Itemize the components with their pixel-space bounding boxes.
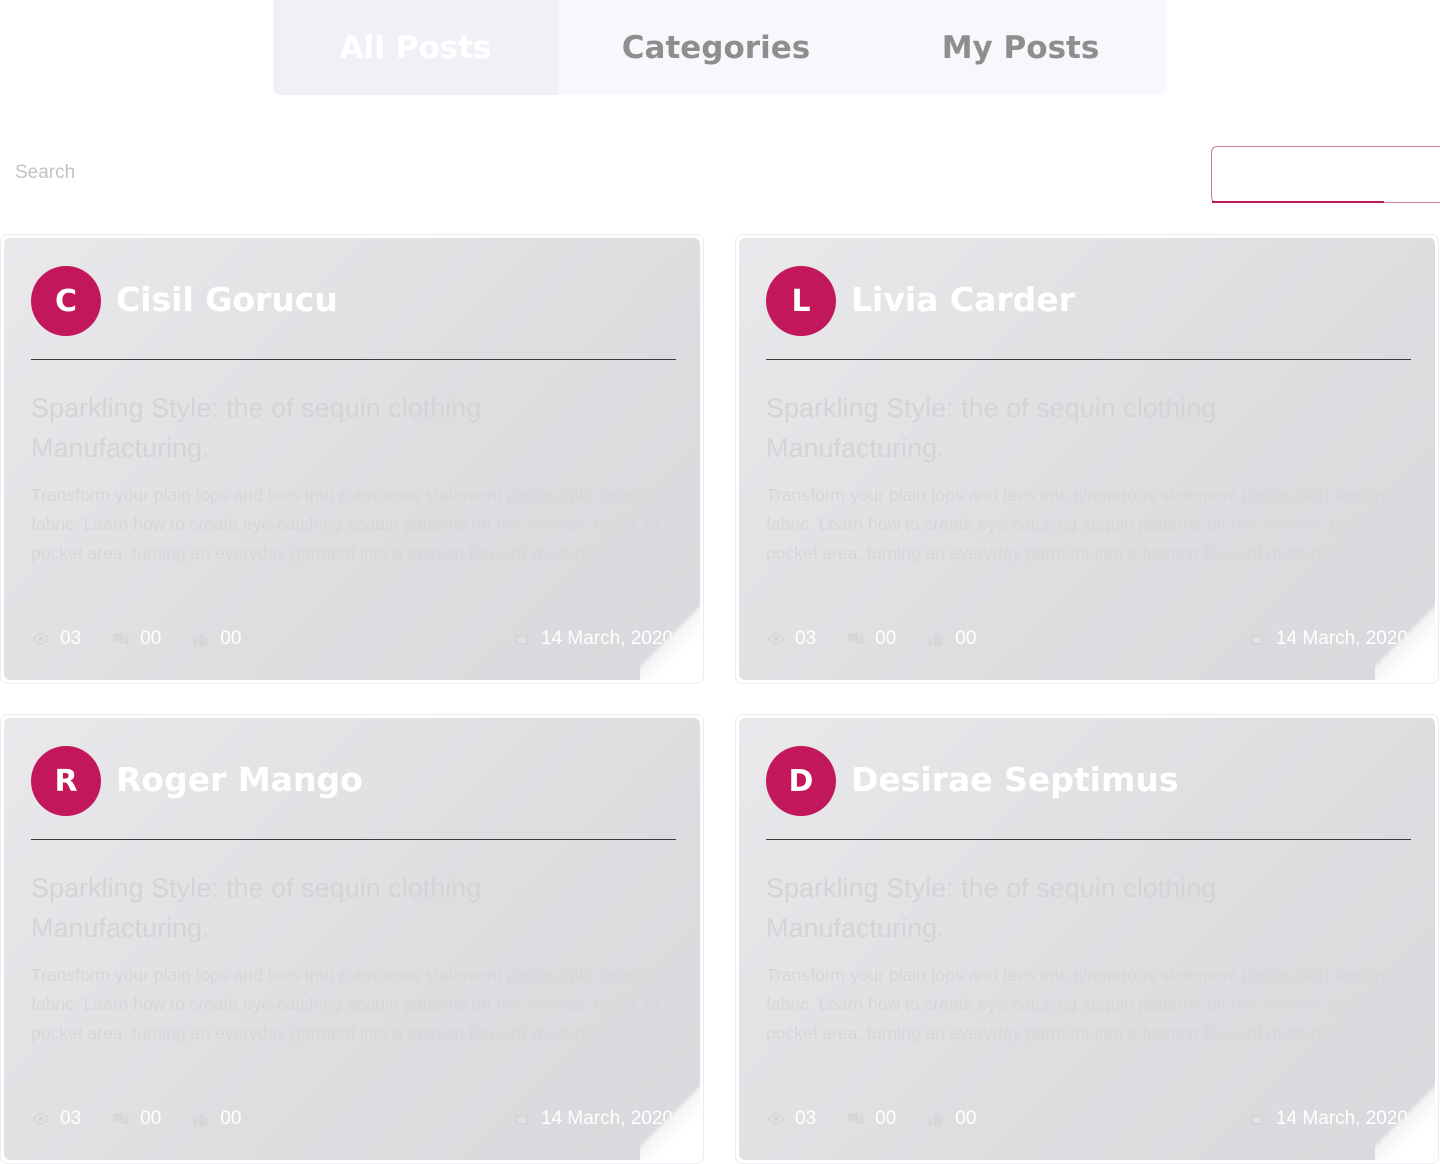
eye-icon (32, 1113, 50, 1125)
likes-stat[interactable]: 00 (926, 628, 976, 650)
comments-count: 00 (875, 1108, 897, 1129)
divider (31, 359, 676, 360)
comments-count: 00 (875, 628, 897, 649)
avatar: R (31, 746, 101, 816)
tab-categories[interactable]: Categories (558, 0, 874, 95)
thumbs-up-icon (193, 1112, 209, 1127)
eye-icon (767, 633, 785, 645)
comments-icon (848, 633, 864, 646)
post-title[interactable]: Sparkling Style: the of sequin clothing … (766, 388, 1286, 468)
calendar-icon (515, 634, 528, 645)
thumbs-up-icon (928, 1112, 944, 1127)
likes-stat[interactable]: 00 (926, 1108, 976, 1130)
views-stat: 03 (766, 628, 816, 650)
views-count: 03 (795, 1108, 817, 1129)
thumbs-up-icon (193, 632, 209, 647)
views-stat: 03 (766, 1108, 816, 1130)
avatar: C (31, 266, 101, 336)
divider (766, 839, 1411, 840)
page-curl (640, 600, 700, 680)
avatar: D (766, 746, 836, 816)
post-card[interactable]: C Cisil Gorucu Sparkling Style: the of s… (0, 234, 704, 684)
views-stat: 03 (31, 628, 81, 650)
post-stats: 03 00 00 (31, 1108, 271, 1130)
post-stats: 03 00 00 (766, 1108, 1006, 1130)
likes-count: 00 (220, 1108, 242, 1129)
tab-bar: All Posts Categories My Posts (273, 0, 1167, 95)
comments-stat[interactable]: 00 (111, 628, 161, 650)
comments-icon (113, 633, 129, 646)
page-curl (1375, 600, 1435, 680)
comments-stat[interactable]: 00 (846, 1108, 896, 1130)
post-excerpt: Transform your plain tops and tees into … (31, 485, 661, 563)
comments-stat[interactable]: 00 (111, 1108, 161, 1130)
calendar-icon (515, 1114, 528, 1125)
search-input[interactable] (1211, 146, 1440, 203)
page-curl (1375, 1080, 1435, 1160)
eye-icon (32, 633, 50, 645)
search-label: Search (15, 162, 76, 183)
views-count: 03 (795, 628, 817, 649)
author-name[interactable]: Roger Mango (116, 760, 363, 799)
post-card[interactable]: L Livia Carder Sparkling Style: the of s… (735, 234, 1439, 684)
views-count: 03 (60, 628, 82, 649)
divider (31, 839, 676, 840)
post-card[interactable]: R Roger Mango Sparkling Style: the of se… (0, 714, 704, 1164)
comments-icon (113, 1113, 129, 1126)
comments-count: 00 (140, 1108, 162, 1129)
post-stats: 03 00 00 (766, 628, 1006, 650)
author-name[interactable]: Livia Carder (851, 280, 1075, 319)
post-excerpt: Transform your plain tops and tees into … (766, 485, 1396, 563)
post-stats: 03 00 00 (31, 628, 271, 650)
author-name[interactable]: Desirae Septimus (851, 760, 1179, 799)
likes-stat[interactable]: 00 (191, 1108, 241, 1130)
page-curl (640, 1080, 700, 1160)
likes-stat[interactable]: 00 (191, 628, 241, 650)
comments-count: 00 (140, 628, 162, 649)
tab-my-posts[interactable]: My Posts (874, 0, 1167, 95)
views-count: 03 (60, 1108, 82, 1129)
likes-count: 00 (955, 628, 977, 649)
post-excerpt: Transform your plain tops and tees into … (31, 965, 661, 1043)
divider (766, 359, 1411, 360)
post-card[interactable]: D Desirae Septimus Sparkling Style: the … (735, 714, 1439, 1164)
likes-count: 00 (220, 628, 242, 649)
tab-all-posts[interactable]: All Posts (273, 0, 558, 95)
comments-icon (848, 1113, 864, 1126)
calendar-icon (1250, 634, 1263, 645)
post-excerpt: Transform your plain tops and tees into … (766, 965, 1396, 1043)
calendar-icon (1250, 1114, 1263, 1125)
post-title[interactable]: Sparkling Style: the of sequin clothing … (31, 388, 551, 468)
avatar: L (766, 266, 836, 336)
thumbs-up-icon (928, 632, 944, 647)
likes-count: 00 (955, 1108, 977, 1129)
post-title[interactable]: Sparkling Style: the of sequin clothing … (31, 868, 551, 948)
post-title[interactable]: Sparkling Style: the of sequin clothing … (766, 868, 1286, 948)
comments-stat[interactable]: 00 (846, 628, 896, 650)
author-name[interactable]: Cisil Gorucu (116, 280, 338, 319)
views-stat: 03 (31, 1108, 81, 1130)
eye-icon (767, 1113, 785, 1125)
